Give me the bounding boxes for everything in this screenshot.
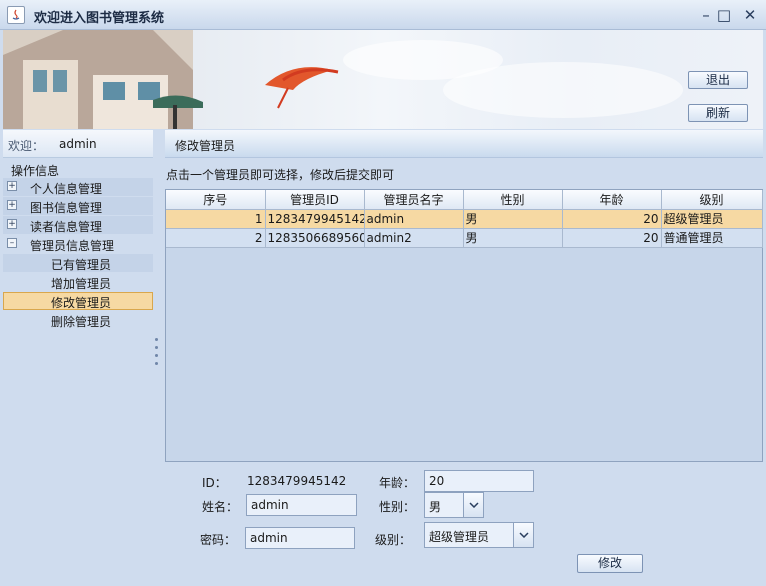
level-selected-value: 超级管理员 bbox=[429, 530, 490, 544]
column-header[interactable]: 级别 bbox=[661, 190, 763, 210]
menu-label: 读者信息管理 bbox=[30, 220, 103, 234]
id-value: 1283479945142 bbox=[247, 474, 347, 488]
submenu-add-admin[interactable]: 增加管理员 bbox=[3, 273, 153, 291]
submenu-existing-admins[interactable]: 已有管理员 bbox=[3, 254, 153, 272]
submenu-label: 已有管理员 bbox=[51, 258, 112, 272]
java-app-icon bbox=[7, 6, 25, 24]
submenu-delete-admin[interactable]: 删除管理员 bbox=[3, 311, 153, 329]
close-button[interactable]: ✕ bbox=[740, 5, 760, 25]
table-cell[interactable]: 1283506689560 bbox=[265, 228, 365, 248]
menu-label: 管理员信息管理 bbox=[30, 239, 115, 253]
menu-personal-info[interactable]: + 个人信息管理 bbox=[3, 178, 153, 196]
table-cell[interactable]: 2 bbox=[166, 228, 266, 248]
maximize-button[interactable]: □ bbox=[714, 5, 734, 25]
table-row[interactable]: 2 1283506689560 admin2 男 20 普通管理员 bbox=[166, 228, 763, 248]
age-label: 年龄： bbox=[379, 476, 416, 490]
splitter-handle[interactable] bbox=[155, 338, 159, 372]
gender-label: 性别： bbox=[379, 500, 416, 514]
password-label: 密码： bbox=[200, 533, 237, 547]
instruction-text: 点击一个管理员即可选择，修改后提交即可 bbox=[166, 168, 395, 182]
column-header[interactable]: 管理员ID bbox=[265, 190, 365, 210]
name-field[interactable]: admin bbox=[246, 494, 357, 516]
table-cell[interactable]: 男 bbox=[463, 228, 563, 248]
table-cell[interactable]: 超级管理员 bbox=[661, 209, 763, 229]
panel-title: 修改管理员 bbox=[175, 139, 236, 153]
expand-icon[interactable]: + bbox=[7, 200, 17, 210]
welcome-bar: 欢迎： admin bbox=[3, 130, 153, 158]
column-header[interactable]: 管理员名字 bbox=[364, 190, 464, 210]
password-field[interactable]: admin bbox=[245, 527, 355, 549]
column-header[interactable]: 性别 bbox=[463, 190, 563, 210]
title-bar: 欢迎进入图书管理系统 – □ ✕ bbox=[0, 0, 766, 30]
welcome-label: 欢迎： bbox=[8, 139, 45, 153]
menu-label: 图书信息管理 bbox=[30, 201, 103, 215]
chevron-down-icon[interactable] bbox=[513, 523, 533, 547]
header-banner: 退出 刷新 bbox=[3, 30, 763, 129]
submenu-modify-admin[interactable]: 修改管理员 bbox=[3, 292, 153, 310]
table-cell[interactable]: 1283479945142 bbox=[265, 209, 365, 229]
menu-label: 个人信息管理 bbox=[30, 182, 103, 196]
menu-book-info[interactable]: + 图书信息管理 bbox=[3, 197, 153, 215]
table-cell[interactable]: 男 bbox=[463, 209, 563, 229]
table-row[interactable]: 1 1283479945142 admin 男 20 超级管理员 bbox=[166, 209, 763, 229]
collapse-icon[interactable]: – bbox=[7, 238, 17, 248]
gender-selected-value: 男 bbox=[429, 500, 442, 514]
operations-title: 操作信息 bbox=[11, 164, 60, 178]
age-field[interactable]: 20 bbox=[424, 470, 534, 492]
current-username: admin bbox=[59, 137, 97, 151]
table-cell[interactable]: 20 bbox=[562, 228, 662, 248]
table-cell[interactable]: admin2 bbox=[364, 228, 464, 248]
admin-table[interactable]: 序号 管理员ID 管理员名字 性别 年龄 级别 1 1283479945142 … bbox=[165, 189, 763, 462]
banner-illustration bbox=[3, 30, 683, 129]
name-label: 姓名： bbox=[202, 500, 239, 514]
exit-button[interactable]: 退出 bbox=[688, 71, 748, 89]
modify-submit-button[interactable]: 修改 bbox=[577, 554, 643, 573]
id-label: ID： bbox=[202, 476, 227, 490]
refresh-button[interactable]: 刷新 bbox=[688, 104, 748, 122]
table-cell[interactable]: 1 bbox=[166, 209, 266, 229]
expand-icon[interactable]: + bbox=[7, 181, 17, 191]
level-select[interactable]: 超级管理员 bbox=[424, 522, 534, 548]
window-title: 欢迎进入图书管理系统 bbox=[34, 11, 165, 26]
minimize-button[interactable]: – bbox=[696, 5, 716, 25]
submenu-label: 增加管理员 bbox=[51, 277, 112, 291]
menu-reader-info[interactable]: + 读者信息管理 bbox=[3, 216, 153, 234]
panel-header: 修改管理员 bbox=[165, 130, 763, 158]
table-cell[interactable]: 普通管理员 bbox=[661, 228, 763, 248]
table-cell[interactable]: admin bbox=[364, 209, 464, 229]
level-label: 级别： bbox=[375, 533, 412, 547]
expand-icon[interactable]: + bbox=[7, 219, 17, 229]
gender-select[interactable]: 男 bbox=[424, 492, 484, 518]
menu-admin-info[interactable]: – 管理员信息管理 bbox=[3, 235, 153, 253]
chevron-down-icon[interactable] bbox=[463, 493, 483, 517]
submenu-label: 删除管理员 bbox=[51, 315, 112, 329]
column-header[interactable]: 序号 bbox=[166, 190, 266, 210]
column-header[interactable]: 年龄 bbox=[562, 190, 662, 210]
table-cell[interactable]: 20 bbox=[562, 209, 662, 229]
submenu-label: 修改管理员 bbox=[51, 296, 112, 310]
